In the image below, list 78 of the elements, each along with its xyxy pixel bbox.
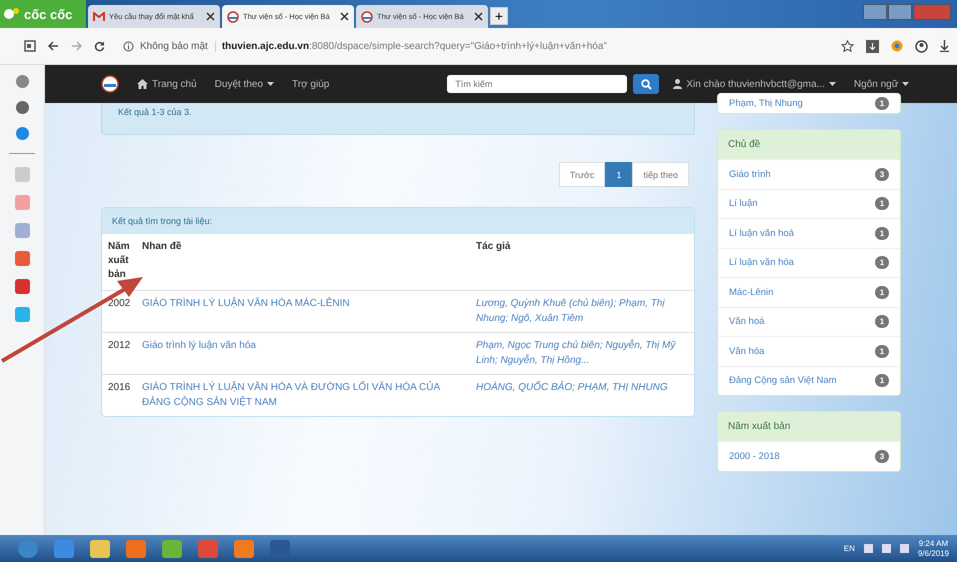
author-link[interactable]: HOÀNG, QUỐC BẢO; PHẠM, THỊ NHUNG — [476, 380, 690, 395]
globe-icon — [227, 10, 239, 22]
facet-item[interactable]: Lí luận văn hoá 1 — [718, 218, 900, 248]
clock-date[interactable]: 9/6/2019 — [918, 548, 949, 558]
count-badge: 1 — [875, 96, 889, 110]
title-link[interactable]: GIÁO TRÌNH LÝ LUẬN VĂN HÓA VÀ ĐƯỜNG LỐI VĂN HÓA CỦA ĐẢNG CỘNG SẢN VIỆT NAM — [142, 380, 468, 410]
download-arrow-icon[interactable] — [940, 40, 949, 52]
security-label: Không bảo mật — [140, 40, 216, 52]
library-logo[interactable] — [101, 75, 119, 93]
facet-item[interactable]: Văn hoá 1 — [718, 306, 900, 336]
new-tab-button[interactable]: + — [490, 7, 508, 25]
user-icon — [673, 79, 682, 89]
nav-link[interactable]: Duyệt theo — [214, 78, 274, 90]
count-badge: 1 — [875, 344, 889, 358]
column-header: Nhan đề — [138, 234, 472, 290]
count-badge: 1 — [875, 226, 889, 240]
facet-item[interactable]: Mác-Lênin 1 — [718, 277, 900, 306]
search-field[interactable]: Tìm kiếm — [447, 75, 628, 93]
nav-link[interactable]: Trang chủ — [137, 78, 197, 90]
count-badge: 1 — [875, 315, 889, 328]
facet-item[interactable]: 2000 - 2018 3 — [718, 441, 900, 470]
home-icon — [137, 79, 148, 89]
page-button[interactable]: tiếp theo — [632, 162, 689, 187]
table-cell: 2012 — [102, 332, 138, 374]
user-menu[interactable]: Xin chào thuvienhvbctt@gma... — [673, 78, 836, 90]
account-icon[interactable] — [915, 40, 928, 52]
count-badge: 1 — [875, 256, 889, 270]
url-text[interactable]: thuvien.ajc.edu.vn:8080/dspace/simple-search?query="Giáo+trình+lý+luận+văn+hóa" — [222, 40, 607, 52]
clock-time[interactable]: 9:24 AM — [918, 538, 948, 548]
browser-logo[interactable]: cốc cốc — [0, 0, 86, 28]
star-icon[interactable] — [841, 40, 854, 52]
title-link[interactable]: GIÁO TRÌNH LÝ LUẬN VĂN HÓA MÁC-LÊNIN — [142, 296, 468, 311]
count-badge: 3 — [875, 450, 889, 463]
language-menu[interactable]: Ngôn ngữ — [854, 78, 910, 90]
panel-title: Kết quả tìm trong tài liệu: — [102, 208, 694, 234]
caret-icon — [267, 82, 274, 86]
page-button[interactable]: Trước — [558, 162, 606, 187]
facet-title: Chủ đề — [718, 130, 900, 159]
column-header: Tác giả — [472, 234, 694, 290]
logo-icon — [3, 6, 21, 22]
language-indicator[interactable]: EN — [844, 544, 855, 553]
title-link[interactable]: Giáo trình lý luận văn hóa — [142, 338, 468, 353]
facet-title: Năm xuất bản — [718, 412, 900, 441]
author-link[interactable]: Lương, Quỳnh Khuê (chủ biên); Phạm, Thị Nhung; Ngô, Xuân Tiêm — [476, 296, 690, 326]
count-badge: 3 — [875, 168, 889, 181]
facet-item[interactable]: Đảng Cộng sản Việt Nam 1 — [718, 366, 900, 395]
results-summary: Kết quả 1-3 của 3. — [101, 103, 695, 135]
column-header: Năm xuất bản — [102, 234, 138, 290]
count-badge: 1 — [875, 197, 889, 210]
minimize-icon[interactable] — [863, 4, 887, 20]
caret-icon — [828, 82, 836, 86]
search-button[interactable] — [633, 74, 660, 94]
mail-icon — [93, 12, 105, 22]
facet-item[interactable]: Lí luận 1 — [718, 188, 900, 218]
facet-item[interactable]: Văn hóa 1 — [718, 336, 900, 366]
search-icon — [640, 78, 652, 90]
info-icon[interactable] — [123, 40, 134, 52]
facet-item[interactable]: Giáo trình 3 — [718, 159, 900, 188]
caret-icon — [902, 82, 910, 86]
sidebar-icon[interactable] — [24, 40, 36, 52]
close-icon[interactable] — [206, 12, 215, 21]
facet-item[interactable]: Phạm, Thị Nhung 1 — [718, 93, 900, 113]
back-icon[interactable] — [48, 41, 59, 51]
brand-name: cốc cốc — [24, 6, 72, 22]
table-cell: 2016 — [102, 374, 138, 416]
count-badge: 1 — [875, 374, 889, 388]
nav-link[interactable]: Trợ giúp — [292, 78, 330, 90]
forward-icon[interactable] — [71, 41, 82, 51]
download-icon[interactable] — [866, 40, 879, 52]
author-link[interactable]: Phạm, Ngọc Trung chủ biên; Nguyễn, Thị Mỹ Linh; Nguyễn, Thị Hồng... — [476, 338, 690, 368]
reload-icon[interactable] — [94, 40, 105, 52]
close-icon[interactable] — [340, 12, 349, 21]
globe-icon — [361, 10, 373, 22]
maximize-icon[interactable] — [888, 4, 912, 20]
count-badge: 1 — [875, 286, 889, 299]
facet-item[interactable]: Lí luận văn hóa 1 — [718, 248, 900, 277]
page-button[interactable]: 1 — [605, 162, 632, 187]
close-icon[interactable] — [474, 12, 483, 21]
